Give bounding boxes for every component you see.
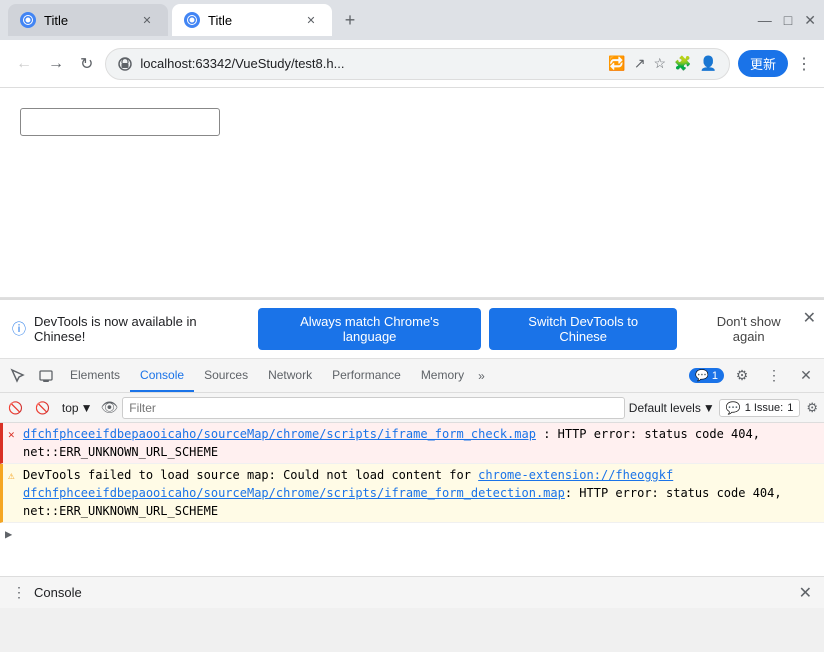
minimize-button[interactable]: — — [758, 12, 772, 28]
tab-console[interactable]: Console — [130, 359, 194, 392]
issue-label: 1 Issue: — [745, 402, 784, 414]
share-icon[interactable]: ↗ — [634, 55, 646, 72]
tab-network[interactable]: Network — [258, 359, 322, 392]
filter-input[interactable] — [122, 397, 625, 419]
clear-console-icon[interactable]: 🚫 — [4, 399, 27, 417]
issue-count: 1 — [787, 402, 793, 414]
profile-icon[interactable]: 👤 — [700, 55, 717, 72]
url-bar-icons: 🔁 ↗ ☆ 🧩 👤 — [608, 55, 717, 72]
console-filter-bar: 🚫 🚫 top ▼ 👁 Default levels ▼ 💬 1 Issue: … — [0, 393, 824, 423]
update-button[interactable]: 更新 — [738, 50, 788, 77]
console-settings-icon[interactable]: ⚙ — [804, 398, 820, 418]
console-entry-warning-1: ⚠ DevTools failed to load source map: Co… — [0, 464, 824, 523]
dropdown-arrow: ▼ — [81, 401, 93, 415]
close-button[interactable]: ✕ — [804, 12, 816, 29]
tab-1[interactable]: Title ✕ — [8, 4, 168, 36]
console-output[interactable]: ✕ dfchfphceeifdbepaooi​caho/sourceMap/ch… — [0, 423, 824, 576]
devtools-panel: ⓘ DevTools is now available in Chinese! … — [0, 298, 824, 608]
more-button[interactable]: ⋮ — [796, 54, 812, 74]
log-levels-dropdown[interactable]: Default levels ▼ — [629, 401, 715, 415]
back-button[interactable]: ← — [12, 51, 36, 77]
info-icon: ⓘ — [12, 319, 26, 339]
warning-icon: ⚠ — [8, 468, 15, 485]
tab-1-close[interactable]: ✕ — [138, 11, 156, 29]
context-label: top — [62, 401, 79, 415]
title-bar: Title ✕ Title ✕ + — □ ✕ — [0, 0, 824, 40]
error-icon: ✕ — [8, 427, 15, 444]
console-entry-error-1: ✕ dfchfphceeifdbepaooi​caho/sourceMap/ch… — [0, 423, 824, 464]
tab-2-favicon — [184, 12, 200, 28]
reload-button[interactable]: ↻ — [76, 50, 97, 78]
tab-1-title: Title — [44, 13, 130, 28]
tab-sources[interactable]: Sources — [194, 359, 258, 392]
live-expressions-icon[interactable]: 👁 — [100, 399, 118, 416]
match-language-button[interactable]: Always match Chrome's language — [258, 308, 481, 350]
console-badge: 💬 1 — [689, 368, 724, 383]
tab-memory[interactable]: Memory — [411, 359, 474, 392]
bottom-console-label: Console — [34, 585, 82, 600]
url-text: localhost:63342/VueStudy/test8.h... — [140, 56, 344, 71]
tab-2[interactable]: Title ✕ — [172, 4, 332, 36]
levels-arrow: ▼ — [703, 401, 715, 415]
warning-text-1: DevTools failed to load source map: Coul… — [23, 468, 782, 518]
console-prompt[interactable]: ▶ — [0, 523, 824, 531]
new-tab-button[interactable]: + — [336, 6, 364, 34]
banner-text: DevTools is now available in Chinese! — [34, 314, 250, 344]
tab-2-close[interactable]: ✕ — [302, 11, 320, 29]
forward-button[interactable]: → — [44, 51, 68, 77]
toolbar-right: 💬 1 ⚙ ⋮ ✕ — [689, 362, 820, 390]
dont-show-again-button[interactable]: Don't show again — [685, 308, 812, 350]
address-bar: ← → ↻ localhost:63342/VueStudy/test8.h..… — [0, 40, 824, 88]
context-dropdown[interactable]: top ▼ — [58, 399, 97, 417]
prompt-icon: ▶ — [5, 527, 12, 541]
url-bar[interactable]: localhost:63342/VueStudy/test8.h... 🔁 ↗ … — [105, 48, 730, 80]
tab-elements[interactable]: Elements — [60, 359, 130, 392]
issue-icon: 💬 — [726, 401, 741, 415]
error-text-1: dfchfphceeifdbepaooi​caho/sourceMap/chro… — [23, 427, 760, 459]
warning-link-1[interactable]: chrome-extension://fheoggkf​dfchfphceeif… — [23, 468, 673, 500]
drawer-icon[interactable]: ⋮ — [12, 584, 26, 601]
window-controls: — □ ✕ — [758, 12, 816, 29]
inspect-icon[interactable] — [4, 362, 32, 390]
bookmark-icon[interactable]: ☆ — [654, 55, 667, 72]
close-devtools-icon[interactable]: ✕ — [792, 362, 820, 390]
device-toolbar-icon[interactable] — [32, 362, 60, 390]
issues-badge[interactable]: 💬 1 Issue: 1 — [719, 399, 801, 417]
devtools-banner: ⓘ DevTools is now available in Chinese! … — [0, 300, 824, 359]
banner-close-button[interactable]: ✕ — [803, 308, 816, 328]
filter-toggle-icon[interactable]: 🚫 — [31, 399, 54, 417]
badge-icon: 💬 — [695, 369, 709, 382]
lock-icon — [118, 57, 132, 71]
page-input[interactable] — [20, 108, 220, 136]
tab-1-favicon — [20, 12, 36, 28]
more-tabs-button[interactable]: » — [474, 365, 489, 387]
page-content — [0, 88, 824, 298]
badge-count: 1 — [712, 370, 718, 382]
error-link-1[interactable]: dfchfphceeifdbepaooi​caho/sourceMap/chro… — [23, 427, 536, 441]
maximize-button[interactable]: □ — [784, 12, 792, 28]
tab-performance[interactable]: Performance — [322, 359, 411, 392]
more-options-icon[interactable]: ⋮ — [760, 362, 788, 390]
devtools-bottom-bar: ⋮ Console ✕ — [0, 576, 824, 608]
devtools-toolbar: Elements Console Sources Network Perform… — [0, 359, 824, 393]
extension-icon[interactable]: 🧩 — [674, 55, 691, 72]
drawer-close-button[interactable]: ✕ — [799, 583, 812, 603]
settings-icon[interactable]: ⚙ — [728, 362, 756, 390]
tab-2-title: Title — [208, 13, 294, 28]
switch-devtools-button[interactable]: Switch DevTools to Chinese — [489, 308, 677, 350]
translate-icon[interactable]: 🔁 — [608, 55, 625, 72]
